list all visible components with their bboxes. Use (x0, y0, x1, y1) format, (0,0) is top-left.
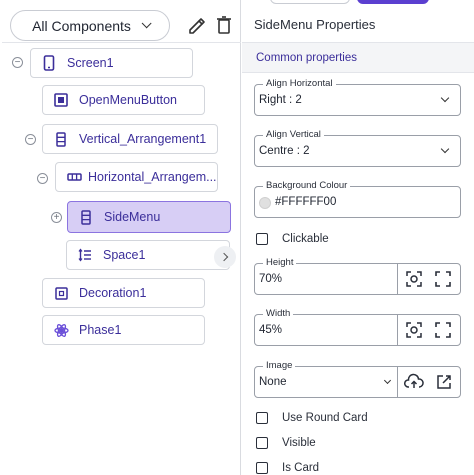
collapse-toggle-icon[interactable]: − (12, 57, 23, 68)
collapse-toggle-icon[interactable]: − (25, 134, 36, 145)
width-field[interactable]: Width 45% (254, 308, 461, 346)
top-tab-button-active[interactable] (357, 0, 429, 4)
field-value: None (259, 376, 287, 388)
phase-icon (53, 322, 69, 338)
colour-swatch[interactable] (259, 197, 271, 209)
background-colour-field[interactable]: Background Colour #FFFFFF00 (254, 180, 461, 218)
tree-item-phase1[interactable]: Phase1 (42, 315, 205, 345)
image-field[interactable]: Image None (254, 360, 461, 398)
field-label: Image (263, 360, 296, 371)
tree-item-label: Decoration1 (79, 286, 147, 300)
space-icon (77, 247, 93, 263)
divider (397, 367, 398, 397)
delete-icon[interactable] (214, 14, 234, 36)
decoration-icon (53, 285, 69, 301)
components-panel: All Components − Screen1 OpenMenuButton … (0, 0, 241, 475)
tree-item-label: OpenMenuButton (79, 93, 177, 107)
components-filter-label: All Components (32, 17, 131, 34)
chevron-down-icon (440, 144, 450, 154)
vertical-arrangement-icon (78, 209, 94, 225)
open-external-icon[interactable] (435, 373, 453, 391)
chevron-down-icon[interactable] (383, 376, 392, 385)
align-horizontal-select[interactable]: Align Horizontal Right : 2 (254, 78, 461, 116)
edit-icon[interactable] (186, 14, 206, 36)
tree-item-label: Vertical_Arrangement1 (79, 132, 207, 146)
field-value: 45% (259, 324, 283, 336)
chevron-down-icon (141, 18, 152, 29)
field-label: Align Horizontal (263, 78, 336, 89)
divider (397, 264, 398, 294)
fill-parent-icon[interactable] (434, 270, 452, 288)
checkbox-label: Is Card (282, 462, 320, 474)
field-label: Height (263, 257, 297, 268)
properties-title: SideMenu Properties (254, 17, 376, 32)
button-icon (53, 92, 69, 108)
vertical-arrangement-icon (53, 131, 69, 147)
expand-toggle-icon[interactable]: + (51, 212, 62, 223)
tree-item-vertical-arrangement1[interactable]: Vertical_Arrangement1 (42, 124, 218, 154)
top-tab-button[interactable] (270, 0, 350, 4)
tree-item-label: Screen1 (67, 56, 114, 70)
use-round-card-checkbox[interactable] (256, 412, 268, 424)
field-value: 70% (259, 273, 283, 285)
tree-item-horizontal-arrangement[interactable]: Horizontal_Arrangem... (55, 162, 218, 192)
tree-item-label: Phase1 (79, 323, 122, 337)
common-properties-section[interactable]: Common properties (242, 43, 474, 73)
visible-checkbox-row[interactable]: Visible (256, 437, 316, 449)
fill-parent-icon[interactable] (434, 321, 452, 339)
field-label: Align Vertical (263, 129, 324, 140)
fit-content-icon[interactable] (405, 321, 423, 339)
tree-item-space1[interactable]: Space1 (66, 240, 230, 270)
field-value: #FFFFFF00 (275, 196, 337, 208)
field-label: Background Colour (263, 180, 351, 191)
top-button-group (270, 0, 440, 4)
phone-icon (41, 55, 57, 71)
height-field[interactable]: Height 70% (254, 257, 461, 295)
field-value: Centre : 2 (259, 145, 310, 157)
horizontal-arrangement-icon (66, 169, 82, 185)
divider (397, 315, 398, 345)
clickable-checkbox-row[interactable]: Clickable (256, 233, 329, 245)
components-filter-dropdown[interactable]: All Components (10, 10, 170, 41)
section-label: Common properties (256, 52, 357, 64)
upload-icon[interactable] (404, 373, 424, 391)
field-value: Right : 2 (259, 94, 302, 106)
tree-item-label: Space1 (103, 248, 146, 262)
field-label: Width (263, 308, 294, 319)
checkbox-label: Visible (282, 437, 316, 449)
is-card-checkbox-row[interactable]: Is Card (256, 462, 319, 474)
collapse-toggle-icon[interactable]: − (37, 173, 48, 184)
is-card-checkbox[interactable] (256, 462, 268, 474)
chevron-right-icon[interactable] (214, 246, 236, 268)
align-vertical-select[interactable]: Align Vertical Centre : 2 (254, 129, 461, 167)
chevron-down-icon (440, 93, 450, 103)
fit-content-icon[interactable] (405, 270, 423, 288)
use-round-card-checkbox-row[interactable]: Use Round Card (256, 412, 368, 424)
tree-item-label: SideMenu (104, 210, 161, 224)
tree-item-decoration1[interactable]: Decoration1 (42, 278, 205, 308)
checkbox-label: Clickable (282, 233, 329, 245)
visible-checkbox[interactable] (256, 437, 268, 449)
tree-item-screen1[interactable]: Screen1 (30, 48, 193, 78)
tree-item-sidemenu[interactable]: SideMenu (67, 201, 231, 233)
clickable-checkbox[interactable] (256, 233, 268, 245)
properties-panel: SideMenu Properties Common properties Al… (242, 0, 474, 475)
tree-item-openmenubutton[interactable]: OpenMenuButton (42, 85, 205, 115)
checkbox-label: Use Round Card (282, 412, 368, 424)
tree-item-label: Horizontal_Arrangem... (88, 170, 217, 184)
